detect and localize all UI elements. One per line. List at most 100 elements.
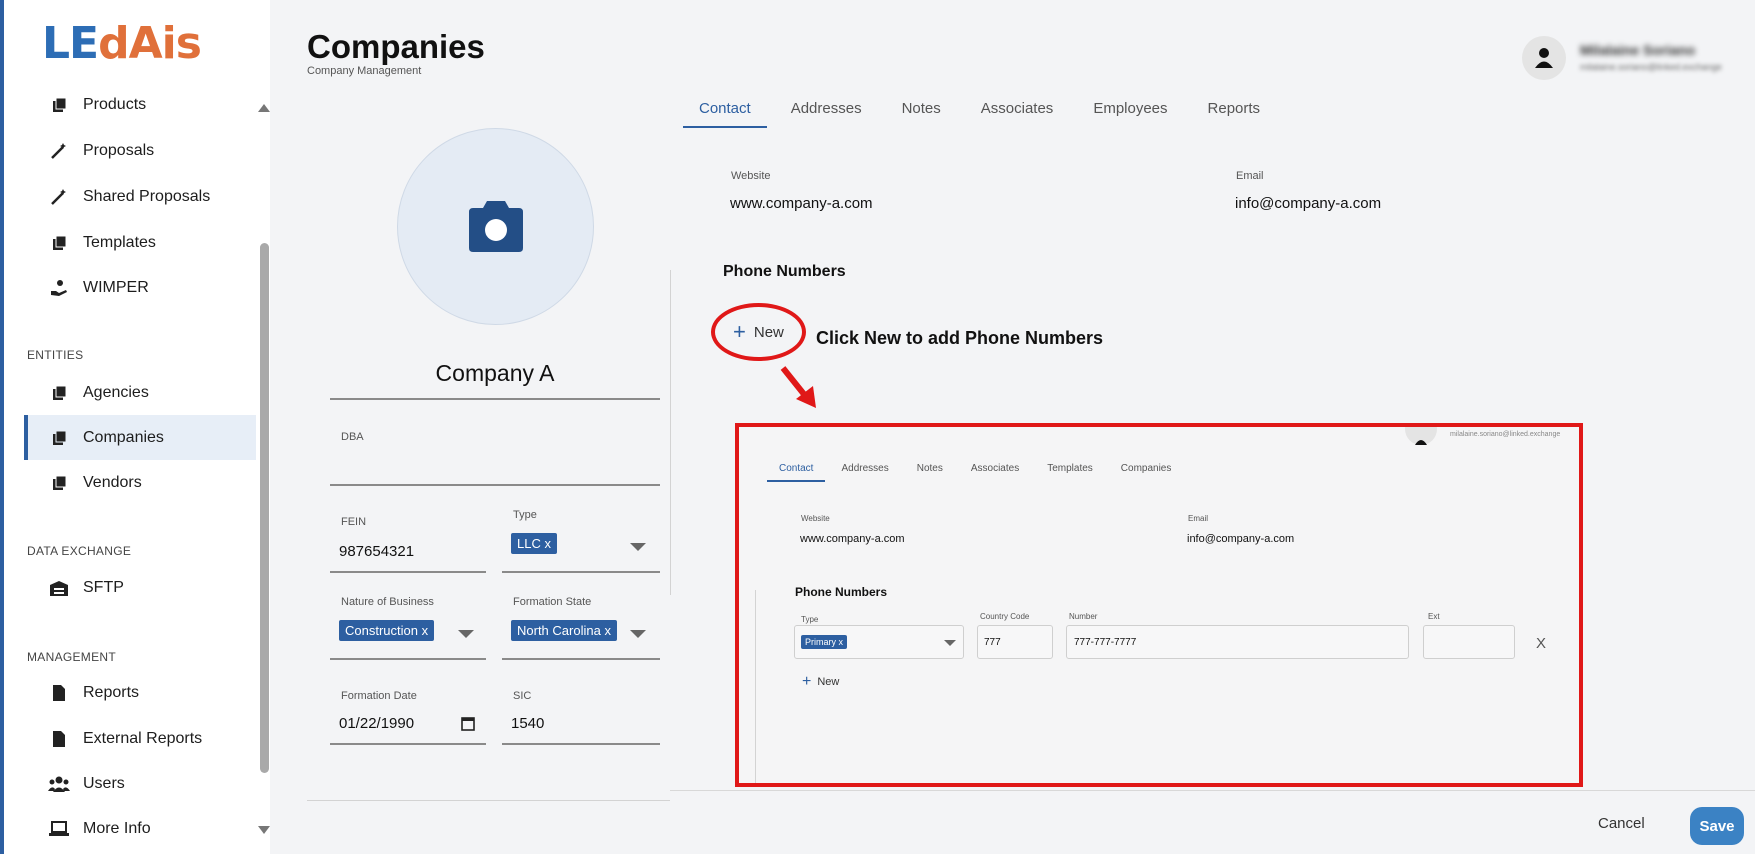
tab-notes[interactable]: Notes [886, 96, 957, 128]
section-label-data-exchange: DATA EXCHANGE [27, 544, 132, 558]
tab-associates[interactable]: Associates [965, 96, 1070, 128]
inset-tab-notes: Notes [916, 463, 943, 474]
sic-label: SIC [513, 690, 532, 702]
type-chip[interactable]: LLC x [511, 533, 557, 554]
sic-field[interactable]: 1540 [511, 715, 544, 732]
user-icon [1535, 48, 1553, 68]
tab-addresses[interactable]: Addresses [775, 96, 878, 128]
formation-state-label: Formation State [513, 596, 592, 608]
warehouse-icon [48, 579, 70, 597]
formation-date-field[interactable]: 01/22/1990 [339, 715, 414, 732]
sidebar-item-reports[interactable]: Reports [24, 670, 256, 715]
fein-label: FEIN [341, 516, 367, 528]
sidebar-item-templates[interactable]: Templates [24, 220, 256, 265]
inset-tab-templates: Templates [1047, 463, 1093, 474]
dba-label: DBA [341, 431, 364, 443]
section-label-management: MANAGEMENT [27, 650, 117, 664]
type-dropdown-icon[interactable] [630, 543, 646, 551]
formation-date-label: Formation Date [341, 690, 417, 702]
cancel-button[interactable]: Cancel [1598, 815, 1645, 832]
nature-of-business-label: Nature of Business [341, 596, 434, 608]
inset-website-label: Website [801, 514, 830, 523]
user-icon [1415, 440, 1427, 445]
books-icon [48, 384, 70, 402]
save-button[interactable]: Save [1690, 807, 1744, 845]
email-label: Email [1236, 170, 1264, 182]
inset-user-email: milalaine.soriano@linked.exchange [1450, 431, 1561, 438]
books-icon [48, 96, 70, 114]
dba-underline [330, 484, 660, 486]
user-email: milalaine.soriano@linked.exchange [1580, 62, 1722, 72]
magic-wand-icon [48, 142, 70, 160]
sidebar-item-users[interactable]: Users [24, 761, 256, 806]
books-icon [48, 474, 70, 492]
inset-tab-contact: Contact [767, 460, 826, 482]
avatar[interactable] [1522, 36, 1566, 80]
books-icon [48, 234, 70, 252]
chip-remove-icon[interactable]: x [604, 623, 611, 638]
chip-remove-icon[interactable]: x [422, 623, 429, 638]
tab-reports[interactable]: Reports [1192, 96, 1277, 128]
inset-new-button: + New [802, 673, 840, 690]
inset-remove-icon: X [1536, 635, 1547, 652]
sidebar-item-companies[interactable]: Companies [24, 415, 256, 460]
chip-remove-icon[interactable]: x [544, 536, 551, 551]
sidebar-item-vendors[interactable]: Vendors [24, 460, 256, 505]
page-subtitle: Company Management [307, 65, 422, 77]
page-title: Companies [307, 28, 485, 65]
sidebar: LEdAis Products Proposals Shared Proposa… [0, 0, 270, 854]
inset-phone-numbers-heading: Phone Numbers [795, 585, 888, 599]
sidebar-item-external-reports[interactable]: External Reports [24, 716, 256, 761]
calendar-icon[interactable] [461, 716, 475, 736]
tab-employees[interactable]: Employees [1077, 96, 1183, 128]
sidebar-item-more-info[interactable]: More Info [24, 806, 256, 851]
scroll-down-icon[interactable] [258, 826, 270, 834]
inset-type-label: Type [801, 615, 819, 624]
scroll-up-icon[interactable] [258, 104, 270, 112]
sic-underline [502, 743, 660, 745]
app-logo[interactable]: LEdAis [42, 18, 202, 69]
formation-state-chip[interactable]: North Carolina x [511, 620, 617, 641]
file-icon [48, 730, 70, 748]
sidebar-item-products[interactable]: Products [24, 82, 256, 127]
website-field[interactable]: www.company-a.com [730, 195, 873, 212]
phone-numbers-heading: Phone Numbers [723, 263, 846, 280]
inset-email-label: Email [1188, 514, 1209, 523]
company-name[interactable]: Company A [330, 360, 660, 387]
laptop-icon [48, 820, 70, 838]
nature-of-business-dropdown-icon[interactable] [458, 630, 474, 638]
inset-type-chip: Primary x [801, 635, 848, 649]
fein-field[interactable]: 987654321 [339, 543, 414, 560]
tab-contact[interactable]: Contact [683, 96, 767, 128]
sidebar-scrollbar[interactable] [260, 243, 269, 773]
sidebar-item-sftp[interactable]: SFTP [24, 565, 256, 610]
tab-bar: Contact Addresses Notes Associates Emplo… [683, 96, 1284, 128]
company-photo-upload[interactable] [397, 128, 594, 325]
company-name-underline [330, 398, 660, 400]
type-underline [502, 571, 660, 573]
inset-country-code-label: Country Code [980, 612, 1030, 621]
nature-of-business-chip[interactable]: Construction x [339, 620, 435, 641]
inset-avatar [1405, 427, 1437, 445]
file-icon [48, 684, 70, 702]
magic-wand-icon [48, 188, 70, 206]
fein-underline [330, 571, 486, 573]
annotation-callout: Click New to add Phone Numbers [816, 328, 1104, 348]
footer-divider [670, 790, 1755, 791]
annotation-highlight-circle [711, 303, 806, 361]
inset-dropdown-icon [944, 640, 956, 646]
sidebar-item-proposals[interactable]: Proposals [24, 128, 256, 173]
email-field[interactable]: info@company-a.com [1235, 195, 1381, 212]
inset-tab-companies: Companies [1120, 463, 1172, 474]
sidebar-item-agencies[interactable]: Agencies [24, 370, 256, 415]
inset-ext-label: Ext [1428, 612, 1440, 621]
inset-email-value: info@company-a.com [1187, 533, 1295, 545]
sidebar-item-shared-proposals[interactable]: Shared Proposals [24, 174, 256, 219]
books-icon [48, 429, 70, 447]
camera-icon [468, 200, 523, 252]
formation-state-dropdown-icon[interactable] [630, 630, 646, 638]
inset-tab-associates: Associates [970, 463, 1020, 474]
sidebar-item-wimper[interactable]: WIMPER [24, 265, 256, 310]
inset-website-value: www.company-a.com [800, 533, 905, 545]
inset-tab-bar: Contact Addresses Notes Associates Templ… [767, 460, 1187, 482]
